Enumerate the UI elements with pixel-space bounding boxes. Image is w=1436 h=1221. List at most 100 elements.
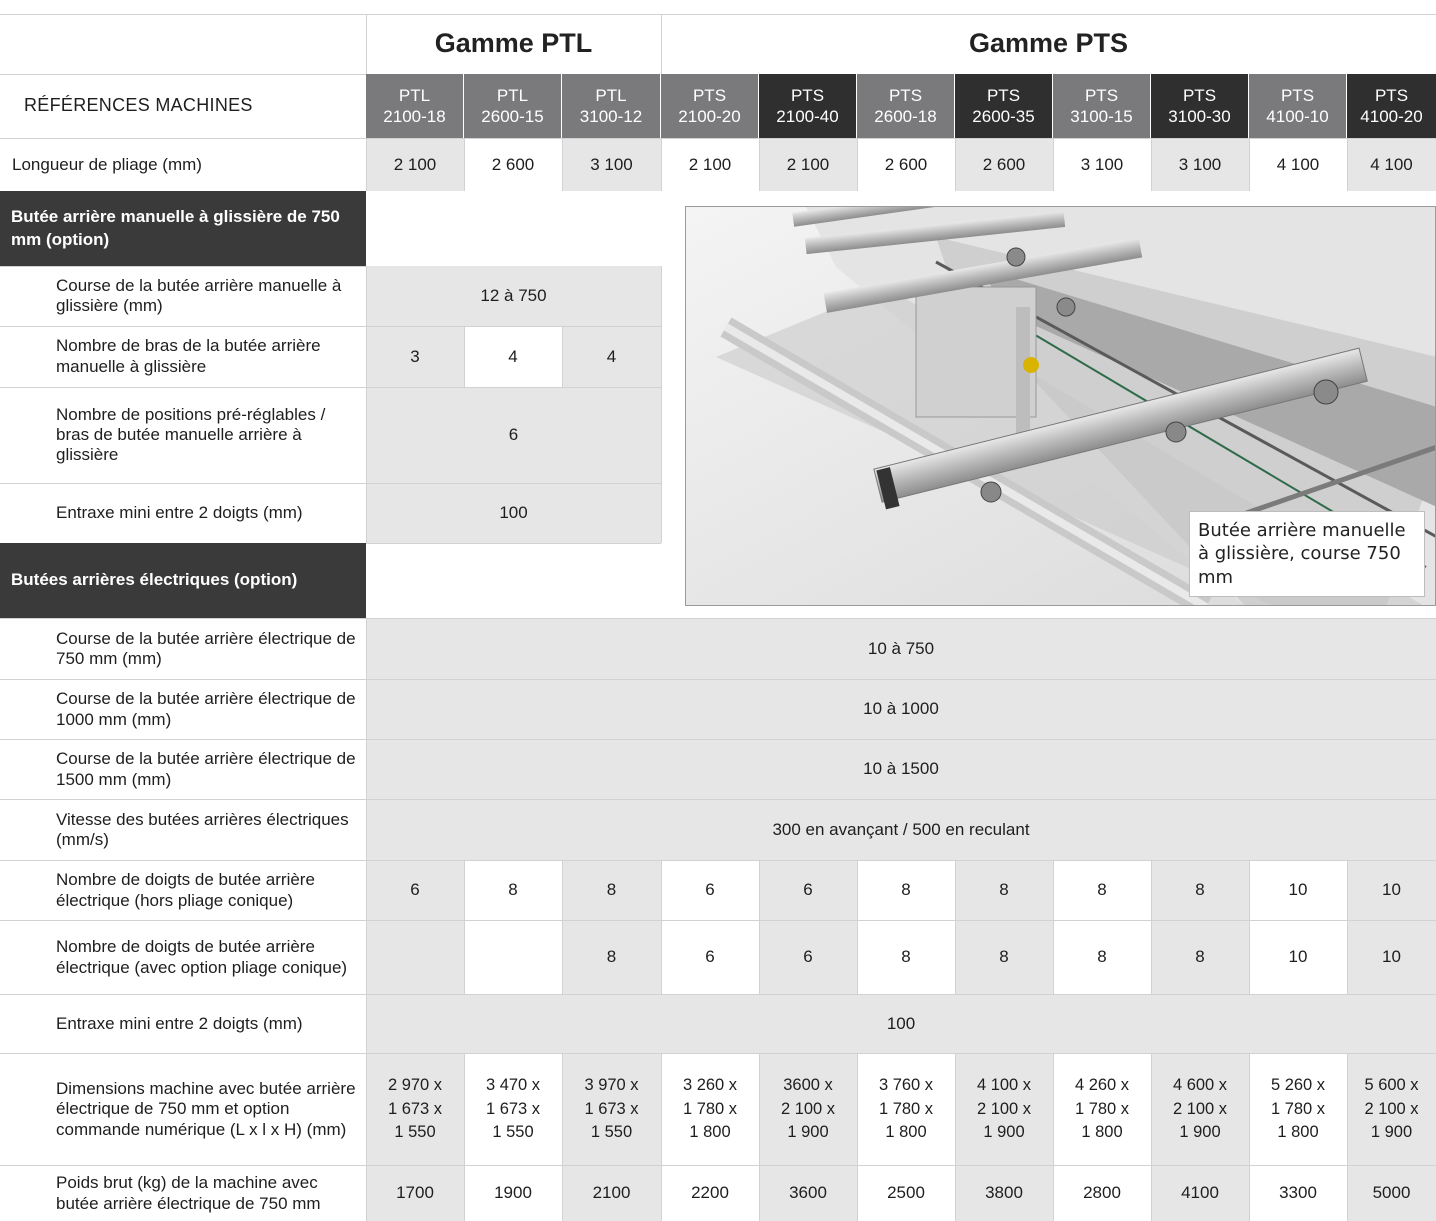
grid-line <box>857 861 858 994</box>
fingers-conic-value: 8 <box>857 921 955 994</box>
model-code: 2100-20 <box>678 107 741 126</box>
grid-line <box>1151 139 1152 191</box>
dimensions-value: 2 970 x 1 673 x 1 550 <box>366 1054 464 1165</box>
fingers-standard-value: 8 <box>464 861 562 920</box>
dimension-line: 1 550 <box>394 1123 436 1142</box>
model-code: 4100-20 <box>1360 107 1423 126</box>
electric-speed-label: Vitesse des butées arrières électriques … <box>56 809 349 849</box>
dimension-line: 2 100 x <box>1364 1099 1419 1118</box>
model-series: PTL <box>595 85 627 105</box>
dimension-line: 2 100 x <box>1172 1099 1228 1118</box>
bending-length-value: 4 100 <box>1347 139 1436 191</box>
model-series: PTS <box>1374 85 1409 105</box>
manual-arms-value: 4 <box>464 327 562 387</box>
grid-line <box>1249 1054 1250 1221</box>
grid-line <box>759 1054 760 1221</box>
dimensions-value: 4 600 x 2 100 x 1 900 <box>1151 1054 1249 1165</box>
model-header: PTL 3100-12 <box>562 74 660 138</box>
model-header: PTS 3100-30 <box>1151 74 1248 138</box>
bending-length-value: 3 100 <box>1151 139 1249 191</box>
photo-caption: Butée arrière manuelle à glissière, cour… <box>1189 510 1425 597</box>
bending-length-value: 2 100 <box>759 139 857 191</box>
dimension-line: 2 100 x <box>780 1099 836 1118</box>
fingers-standard-value: 6 <box>661 861 759 920</box>
dimensions-value: 3 760 x 1 780 x 1 800 <box>857 1054 955 1165</box>
grid-line <box>366 266 367 543</box>
model-header: PTS 4100-20 <box>1347 74 1436 138</box>
grid-line <box>562 1054 563 1221</box>
bending-length-value: 3 100 <box>562 139 661 191</box>
grid-line <box>464 139 465 191</box>
dimensions-value: 3 260 x 1 780 x 1 800 <box>661 1054 759 1165</box>
electric-spacing-label: Entraxe mini entre 2 doigts (mm) <box>56 1013 303 1033</box>
electric-stroke-1500-value: 10 à 1500 <box>366 740 1436 799</box>
grid-line <box>955 861 956 994</box>
electric-stroke-1000-label: Course de la butée arrière électrique de… <box>56 689 356 729</box>
weight-value: 4100 <box>1151 1166 1249 1221</box>
grid-line <box>955 1054 956 1221</box>
bending-length-value: 2 100 <box>366 139 464 191</box>
fingers-conic-value: 6 <box>661 921 759 994</box>
bending-length-value: 4 100 <box>1249 139 1347 191</box>
dimension-line: 1 673 x <box>387 1099 443 1118</box>
weight-value: 3600 <box>759 1166 857 1221</box>
model-code: 4100-10 <box>1266 107 1329 126</box>
bending-length-value: 3 100 <box>1053 139 1151 191</box>
dimension-line: 1 550 <box>590 1123 633 1142</box>
grid-line <box>661 861 662 994</box>
fingers-standard-value: 6 <box>366 861 464 920</box>
dimension-line: 1 780 x <box>878 1099 934 1118</box>
grid-line <box>1151 1054 1152 1221</box>
fingers-standard-value: 8 <box>1053 861 1151 920</box>
range-title-pts: Gamme PTS <box>968 28 1129 59</box>
dimension-line: 1 900 <box>1179 1123 1221 1142</box>
fingers-conic-label: Nombre de doigts de butée arrière électr… <box>56 937 348 977</box>
model-code: 2600-18 <box>874 107 937 126</box>
backgauge-photo: Butée arrière manuelle à glissière, cour… <box>685 206 1436 606</box>
electric-stroke-1000-value: 10 à 1000 <box>366 680 1436 739</box>
model-header: PTS 2100-40 <box>759 74 856 138</box>
model-series: PTS <box>888 85 923 105</box>
dimensions-label: Dimensions machine avec butée arrière él… <box>56 1079 356 1139</box>
grid-line <box>661 139 662 191</box>
grid-line <box>857 139 858 191</box>
grid-line <box>1347 861 1348 994</box>
grid-line <box>759 861 760 994</box>
fingers-standard-value: 8 <box>1151 861 1249 920</box>
references-label: RÉFÉRENCES MACHINES <box>24 95 253 116</box>
manual-spacing-value: 100 <box>366 484 661 543</box>
dimension-line: 3 470 x <box>485 1075 541 1094</box>
grid-line <box>366 619 367 1221</box>
weight-value: 2200 <box>661 1166 759 1221</box>
grid-line <box>1347 1054 1348 1221</box>
dimension-line: 2 100 x <box>976 1099 1032 1118</box>
grid-line <box>464 861 465 994</box>
fingers-conic-value: 8 <box>562 921 661 994</box>
weight-value: 1700 <box>366 1166 464 1221</box>
fingers-standard-value: 8 <box>955 861 1053 920</box>
grid-line <box>464 1054 465 1221</box>
weight-value: 2100 <box>562 1166 661 1221</box>
grid-line <box>562 861 563 994</box>
model-code: 2100-40 <box>776 107 839 126</box>
model-header: PTS 2100-20 <box>661 74 758 138</box>
weight-value: 3300 <box>1249 1166 1347 1221</box>
fingers-standard-value: 6 <box>759 861 857 920</box>
fingers-conic-value <box>464 921 562 994</box>
dimension-line: 3 970 x <box>584 1075 639 1094</box>
fingers-conic-value: 8 <box>955 921 1053 994</box>
grid-line <box>759 139 760 191</box>
model-code: 2100-18 <box>383 107 446 126</box>
fingers-conic-value: 10 <box>1347 921 1436 994</box>
weight-value: 2500 <box>857 1166 955 1221</box>
electric-stroke-750-label: Course de la butée arrière électrique de… <box>56 628 356 668</box>
model-series: PTS <box>1280 85 1315 105</box>
model-header: PTS 2600-35 <box>955 74 1052 138</box>
grid-line <box>1249 861 1250 994</box>
model-series: PTS <box>986 85 1021 105</box>
fingers-standard-value: 8 <box>562 861 661 920</box>
grid-line <box>1151 861 1152 994</box>
dimensions-value: 5 260 x 1 780 x 1 800 <box>1249 1054 1347 1165</box>
manual-positions-label: Nombre de positions pré-réglables / bras… <box>56 404 326 465</box>
dimension-line: 1 673 x <box>485 1099 541 1118</box>
